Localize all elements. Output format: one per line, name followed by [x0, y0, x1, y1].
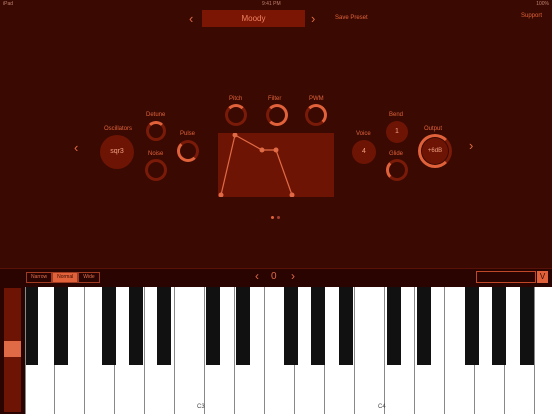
white-key[interactable]: [535, 287, 552, 414]
range-narrow-button[interactable]: Narrow: [26, 272, 53, 283]
black-key[interactable]: [284, 287, 298, 365]
octave-value: 0: [271, 271, 277, 282]
black-key[interactable]: [236, 287, 250, 365]
oscillator-selector[interactable]: sqr3: [100, 135, 134, 169]
key-width-selector: Narrow Normal Wide: [26, 272, 100, 283]
envelope-point[interactable]: [273, 147, 279, 153]
velocity-field[interactable]: [476, 271, 536, 283]
noise-knob[interactable]: [145, 159, 167, 181]
noise-label: Noise: [148, 151, 164, 157]
pitch-label: Pitch: [229, 96, 243, 102]
page-prev-icon[interactable]: ‹: [74, 141, 78, 154]
range-wide-button[interactable]: Wide: [78, 272, 100, 283]
pitch-wheel-thumb[interactable]: [4, 341, 21, 357]
envelope-point[interactable]: [259, 147, 265, 153]
pwm-knob[interactable]: [305, 104, 327, 126]
preset-name[interactable]: Moody: [202, 10, 305, 27]
black-key[interactable]: [387, 287, 401, 365]
octave-up-icon[interactable]: ›: [291, 270, 295, 283]
page-indicator: [271, 206, 283, 224]
octave-down-icon[interactable]: ‹: [255, 270, 259, 283]
output-value: +6dB: [422, 138, 448, 164]
save-preset-button[interactable]: Save Preset: [335, 15, 368, 21]
pulse-knob[interactable]: [177, 140, 199, 162]
battery-label: 100%: [536, 1, 549, 7]
pwm-label: PWM: [309, 96, 324, 102]
voice-selector[interactable]: 4: [352, 140, 376, 164]
black-key[interactable]: [417, 287, 431, 365]
key-label-c3: C3: [197, 404, 205, 410]
voice-label: Voice: [356, 131, 371, 137]
filter-label: Filter: [268, 96, 282, 102]
pulse-label: Pulse: [180, 131, 196, 137]
range-normal-button[interactable]: Normal: [52, 272, 79, 283]
black-key[interactable]: [54, 287, 68, 365]
envelope-point[interactable]: [232, 132, 238, 138]
black-key[interactable]: [129, 287, 143, 365]
pitch-knob[interactable]: [225, 104, 247, 126]
chevron-right-icon[interactable]: ›: [311, 12, 315, 25]
envelope-point[interactable]: [218, 192, 224, 198]
glide-knob[interactable]: [386, 159, 408, 181]
clock: 9:41 PM: [262, 1, 281, 7]
support-link[interactable]: Support: [521, 13, 542, 19]
white-key[interactable]: [175, 287, 205, 414]
black-key[interactable]: [206, 287, 220, 365]
black-key[interactable]: [102, 287, 116, 365]
detune-knob[interactable]: [146, 121, 166, 141]
keyboard-divider: [25, 287, 26, 414]
bend-selector[interactable]: 1: [386, 121, 408, 143]
black-key[interactable]: [157, 287, 171, 365]
piano-keyboard[interactable]: C3 C4: [25, 287, 552, 414]
device-label: iPad: [3, 1, 14, 7]
status-bar: iPad 9:41 PM 100%: [0, 0, 552, 8]
black-key[interactable]: [465, 287, 479, 365]
black-key[interactable]: [520, 287, 534, 365]
page-next-icon[interactable]: ›: [469, 139, 473, 152]
bend-label: Bend: [389, 112, 404, 118]
output-label: Output: [424, 126, 443, 132]
envelope-graph[interactable]: [218, 132, 334, 198]
envelope-editor[interactable]: [218, 132, 334, 198]
key-label-c4: C4: [378, 404, 386, 410]
black-key[interactable]: [311, 287, 325, 365]
chevron-left-icon[interactable]: ‹: [189, 12, 193, 25]
glide-label: Glide: [389, 151, 404, 157]
black-key[interactable]: [25, 287, 38, 365]
v-button[interactable]: V: [537, 271, 548, 283]
black-key[interactable]: [339, 287, 353, 365]
detune-label: Detune: [146, 112, 166, 118]
black-key[interactable]: [492, 287, 506, 365]
envelope-point[interactable]: [289, 192, 295, 198]
oscillators-label: Oscillators: [104, 126, 133, 132]
filter-knob[interactable]: [266, 104, 288, 126]
white-key[interactable]: [355, 287, 385, 414]
